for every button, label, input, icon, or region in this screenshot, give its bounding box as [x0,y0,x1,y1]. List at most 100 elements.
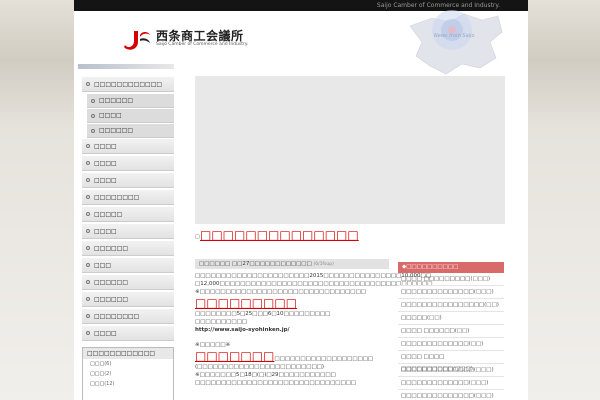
bullet-icon [86,195,90,199]
bullet-icon [86,297,90,301]
bullet-icon [86,144,90,148]
archive-row-count: (6) [104,361,112,367]
category-count: (□□□) [470,276,491,282]
bullet-icon [86,178,90,182]
bullet-icon [91,99,95,103]
bullet-icon [86,314,90,318]
headline-link[interactable]: □□□□□□□□□□□□□□ [200,228,359,242]
menu-item-7[interactable]: □□□□ [82,224,174,239]
menu-item-10[interactable]: □□□□□□ [82,275,174,290]
menu-item-label: □□□□ [94,160,117,167]
archive-row[interactable]: □□□(2) [83,369,173,379]
category-label: □□□□□□□□□□□□□□ [401,393,474,399]
post-paragraph: ※□□□□□□□□□□□□□□□□□□□□□□□□□□□□□□□□ [195,289,366,295]
sidebar-top-bar [78,64,174,69]
category-item[interactable]: □□□□□□□□□□□□□(□□□) [398,377,504,390]
post-red-link[interactable]: □□□□□□□□□ [195,296,389,310]
post-red-link-2[interactable]: □□□□□□□ [195,349,274,363]
menu-item-12[interactable]: □□□□□□□□ [82,309,174,324]
main-content: □ □□□□□□□□□□□□□□ □□□□□□ □□27□□□□□□□□□□□□… [195,76,505,399]
category-count: (□□) [454,328,470,334]
post-paragraph: □□□□□□□□□□□□□□□□□□□□□□2015□□□□□□□□□□□□□□… [195,273,431,279]
site-logo[interactable]: 西条商工会議所 Saijo Camber of Commerce and Ind… [122,27,262,51]
post-paragraph: ※□□□□□※ [195,342,231,348]
category-item[interactable]: □□□□ □□□□□□□□□(□□□) [398,273,504,286]
sub-menu-item-2[interactable]: □□□□ [87,109,174,123]
bullet-icon [91,114,95,118]
category-item[interactable]: □□□□ □□□□ □□□□□□□□□□(□□□) [398,351,504,372]
archive-row-label: □□□ [90,381,105,387]
logo-subtitle: Saijo Camber of Commerce and Industry. [156,42,249,47]
category-item[interactable]: □□□□□□□□□□□□□□□□(□□) [398,299,504,312]
category-label: □□□□□□□□□□□□□ [401,380,469,386]
post-paragraph: □□□□□□□□5□25□□□6□10□□□□□□□□□ [195,311,331,317]
category-item[interactable]: □□□□□□□□□□□□□□(□□□) [398,390,504,400]
menu-item-label: □□□□□□□□ [94,194,140,201]
menu-item-label: □□□□□ [94,211,123,218]
category-label: □□□□□□□□□□□□□ [401,341,469,347]
menu-item-6[interactable]: □□□□□ [82,207,174,222]
bullet-icon [86,280,90,284]
bullet-icon [86,263,90,267]
menu-item-label: □□□□ [94,228,117,235]
menu-item-11[interactable]: □□□□□□ [82,292,174,307]
menu-item-9[interactable]: □□□ [82,258,174,273]
post-paragraph: □□□□□□□□□□ [195,319,247,325]
menu-item-8[interactable]: □□□□□□ [82,241,174,256]
bullet-icon [91,129,95,133]
bullet-icon [86,212,90,216]
bullet-icon [86,246,90,250]
menu-item-4[interactable]: □□□□ [82,173,174,188]
ehime-map-icon [409,10,503,75]
category-item[interactable]: □□□□□□□□□□□□□(□□) [398,338,504,351]
post-header[interactable]: □□□□□□ □□27□□□□□□□□□□□□ (6/1fsup) [195,259,389,269]
category-item[interactable]: □□□□□□□□□□□□□□(□□□) [398,286,504,299]
post-body: □□□□□□□□□□□□□□□□□□□□□□2015□□□□□□□□□□□□□□… [195,269,433,387]
archive-row-count: (2) [104,371,112,377]
menu-item-13[interactable]: □□□□ [82,326,174,341]
post-url-link[interactable]: http://www.saijo-syohinken.jp/ [195,326,389,334]
archive-box-title: □□□□□□□□□□□□ [83,348,173,359]
category-label: □□□□ □□□□□□□□□ [401,276,471,282]
bullet-icon [86,229,90,233]
menu-item-label: □□□□□□ [99,127,134,134]
sub-menu-item-1[interactable]: □□□□□□ [87,94,174,108]
post-red-line: □□□□□□□□□□□□□□□□□□□□□□□□□□ [195,349,389,363]
category-item[interactable]: □□□□□(□□) [398,312,504,325]
category-item[interactable]: □□□□□□□□□□□□□□(□□□) [398,364,504,377]
post-spacer [195,334,389,341]
menu-item-3[interactable]: □□□□ [82,156,174,171]
post-title: □□□□□□ □□27□□□□□□□□□□□□ [199,261,312,267]
menu-item-label: □□□□□□□□ [94,313,140,320]
post-paragraph: □□□□□□□□□□□□□□□□□□□ [274,356,374,362]
bullet-icon [86,331,90,335]
category-label: □□□□□ [401,315,427,321]
post-paragraph: (□□□□□□□□□□□□□□□□□□□□□□□□) [195,364,325,370]
page-container: Saijo Camber of Commerce and Industry. 西… [74,0,528,400]
banner-placeholder [195,76,505,224]
category-label: □□□□□□□□□□□□□□ [401,367,474,373]
archive-row[interactable]: □□□(12) [83,379,173,389]
sidebar: □□□□□□□□□□□□ □□□□□□ □□□□ □□□□□□ □□□□ □□□… [78,64,174,400]
category-count: (□□) [426,315,442,321]
category-item[interactable]: □□□□ □□□□□□(□□) [398,325,504,338]
archive-row-count: (12) [104,381,115,387]
saijo-logo-icon [124,31,150,50]
menu-item-label: □□□ [94,262,112,269]
category-column: ◆□□□□□□□□□□ □□□□ □□□□□□□□□(□□□) □□□□□□□□… [398,262,504,400]
sidebar-menu: □□□□□□□□□□□□ □□□□□□ □□□□ □□□□□□ □□□□ □□□… [82,77,174,341]
menu-item-label: □□□□□□□□□□□□ [94,81,163,88]
news-from-label: News from Saijo [434,33,475,39]
menu-item-label: □□□□□□ [94,279,129,286]
menu-item-1[interactable]: □□□□□□□□□□□□ [82,77,174,92]
archive-row[interactable]: □□□(6) [83,359,173,369]
sub-menu-item-3[interactable]: □□□□□□ [87,124,174,138]
menu-item-label: □□□□□□ [94,245,129,252]
menu-item-label: □□□□ [94,143,117,150]
archive-box: □□□□□□□□□□□□ □□□(6) □□□(2) □□□(12) [82,347,174,400]
category-count: (□□□) [473,393,494,399]
menu-item-5[interactable]: □□□□□□□□ [82,190,174,205]
category-count: (□□□) [468,380,489,386]
menu-item-2[interactable]: □□□□ [82,139,174,154]
sub-menu: □□□□□□ □□□□ □□□□□□ [87,94,174,138]
